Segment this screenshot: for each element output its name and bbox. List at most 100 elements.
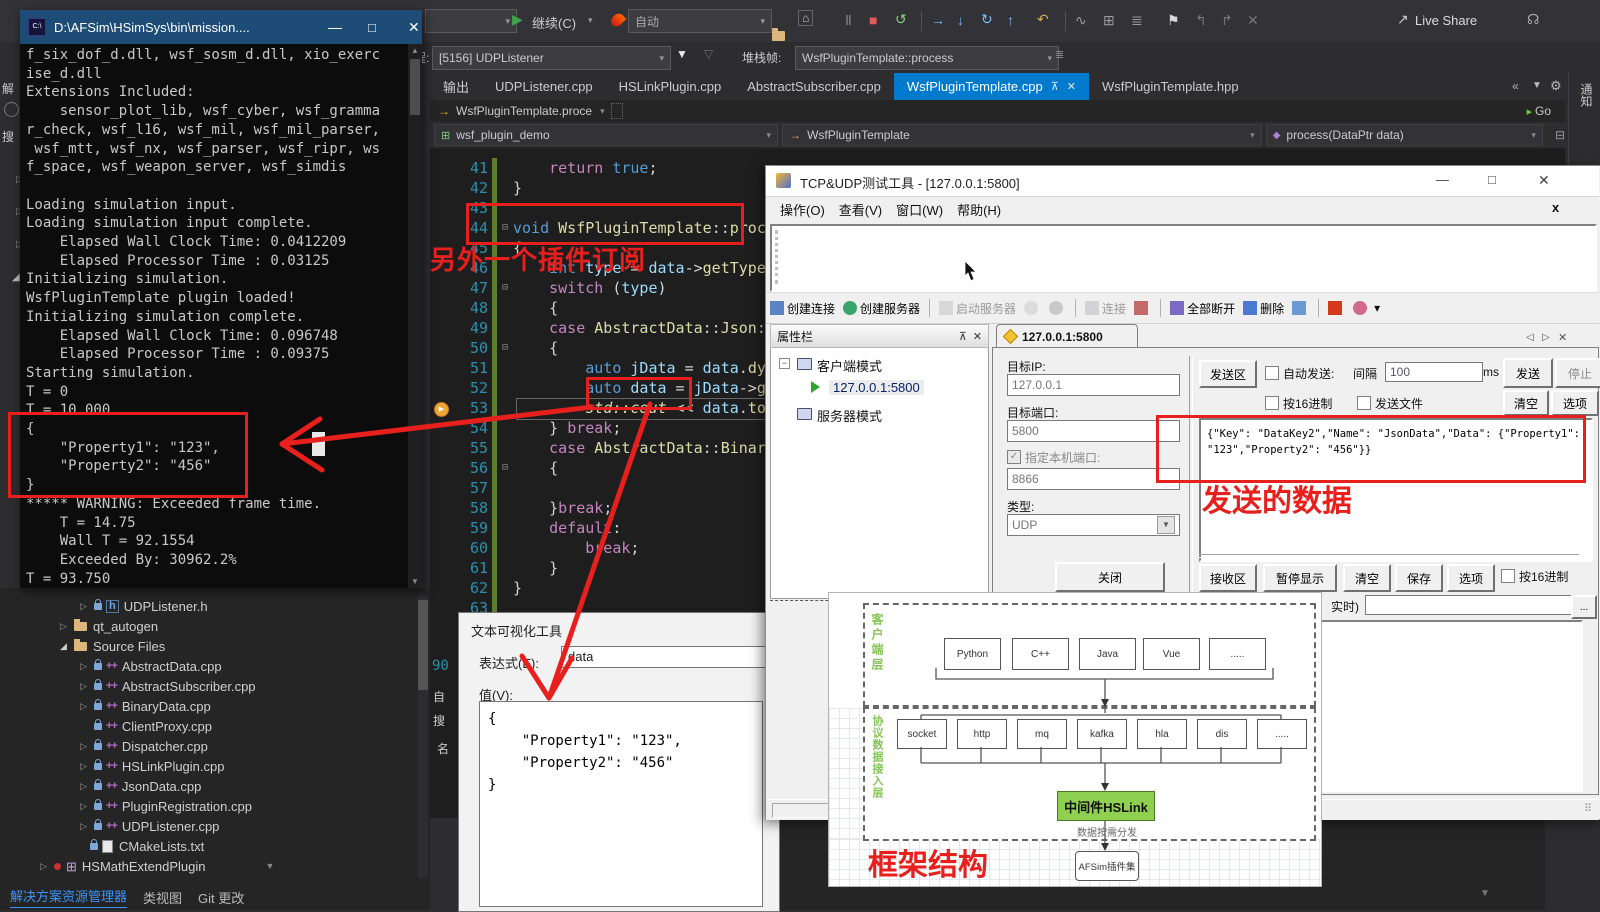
tree-expanded-icon[interactable]: ◢: [12, 272, 20, 283]
code-line[interactable]: 49 case AbstractData::Json:: [448, 318, 793, 338]
editor-tab[interactable]: WsfPluginTemplate.hpp: [1089, 73, 1252, 100]
code-line[interactable]: 47⊟ switch (type): [448, 278, 793, 298]
tcp-toolbar-disconnect[interactable]: [1134, 301, 1151, 315]
tcp-toolbar-delete[interactable]: 删除: [1243, 300, 1284, 317]
code-line[interactable]: 62}: [448, 578, 793, 598]
expander-icon[interactable]: ▷: [80, 821, 94, 832]
breadcrumb-project[interactable]: ⊞ wsf_plugin_demo▾: [434, 124, 778, 146]
prev-bookmark-icon[interactable]: ↰: [1195, 12, 1207, 29]
menu-h[interactable]: 帮助(H): [957, 200, 1001, 219]
tab-pin-icon[interactable]: ⊼: [1051, 80, 1059, 93]
tree-item-clientproxy-cpp[interactable]: ++ClientProxy.cpp: [0, 716, 418, 736]
filter-clear-icon[interactable]: ▽: [704, 47, 713, 61]
code-line[interactable]: 55 case AbstractData::Binar: [448, 438, 793, 458]
expander-icon[interactable]: ▷: [60, 621, 74, 632]
tcp-close-icon[interactable]: ✕: [1538, 172, 1550, 189]
back-icon[interactable]: [4, 102, 19, 117]
stop-icon[interactable]: ■: [869, 12, 877, 28]
tab-class-view[interactable]: 类视图: [143, 888, 182, 907]
recv-hex-checkbox[interactable]: [1501, 569, 1515, 583]
feedback-icon[interactable]: ☊: [1527, 11, 1539, 28]
clear-bookmarks-icon[interactable]: ✕: [1247, 12, 1259, 29]
tree-item-source-files[interactable]: ◢Source Files: [0, 636, 418, 656]
target-ip-input[interactable]: 127.0.0.1: [1007, 374, 1180, 396]
mdi-close-doc-icon[interactable]: ✕: [1558, 331, 1567, 344]
live-share-icon[interactable]: ↗: [1397, 11, 1409, 28]
console-scroll-down-icon[interactable]: ▼: [408, 577, 422, 586]
code-line[interactable]: 42}: [448, 178, 793, 198]
home-icon[interactable]: ⌂: [798, 10, 813, 26]
tree-item-abstractsubscriber-cpp[interactable]: ▷++AbstractSubscriber.cpp: [0, 676, 418, 696]
stack-frame-combo[interactable]: WsfPluginTemplate::process▾: [795, 46, 1059, 70]
console-scrollbar-thumb[interactable]: [410, 59, 420, 115]
connection-tab[interactable]: 127.0.0.1:5800: [996, 324, 1138, 348]
mdi-next-icon[interactable]: ▷: [1542, 332, 1550, 343]
expander-icon[interactable]: ▷: [80, 801, 94, 812]
toolbar-combo-empty[interactable]: ▾: [425, 9, 517, 33]
recv-zone-button[interactable]: 接收区: [1199, 564, 1257, 592]
send-file-checkbox[interactable]: [1357, 396, 1371, 410]
expression-input[interactable]: data: [561, 646, 773, 668]
go-button[interactable]: ▸ Go: [1526, 104, 1551, 118]
process-combo[interactable]: [5156] UDPListener▾: [432, 46, 671, 70]
solution-scrollbar[interactable]: [418, 596, 428, 878]
folder-search-icon[interactable]: [772, 31, 785, 41]
interval-input[interactable]: 100: [1385, 362, 1483, 382]
code-line[interactable]: 41 return true;: [448, 158, 793, 178]
resize-grip-icon[interactable]: ⠿: [1584, 802, 1593, 815]
frame-bar-dropdown-icon[interactable]: ▾: [600, 106, 605, 117]
tree-collapse-icon[interactable]: −: [779, 358, 790, 369]
console-scroll-up-icon[interactable]: ▲: [408, 46, 422, 55]
close-connection-button[interactable]: 关闭: [1055, 562, 1165, 592]
code-line[interactable]: 58 }break;: [448, 498, 793, 518]
auto-combo[interactable]: 自动▾: [628, 9, 772, 33]
console-maximize-icon[interactable]: □: [368, 20, 376, 35]
expanded-icon[interactable]: ◢: [60, 641, 74, 652]
tab-settings-gear-icon[interactable]: ⚙: [1550, 78, 1562, 94]
tree-item-pluginregistration-cpp[interactable]: ▷++PluginRegistration.cpp: [0, 796, 418, 816]
continue-icon[interactable]: ▶: [512, 11, 523, 28]
send-clear-button[interactable]: 清空: [1503, 390, 1549, 416]
tree-item-qt-autogen[interactable]: ▷qt_autogen: [0, 616, 418, 636]
tcp-mdi-close-icon[interactable]: x: [1552, 200, 1559, 215]
local-port-checkbox[interactable]: ✓: [1007, 450, 1021, 464]
console-scrollbar[interactable]: ▲ ▼: [408, 44, 422, 588]
notifications-side-tab[interactable]: 通知: [1578, 83, 1595, 107]
send-button[interactable]: 发送: [1503, 358, 1553, 388]
autos-panel-fragment[interactable]: 自: [433, 688, 445, 705]
code-line[interactable]: 57: [448, 478, 793, 498]
stop-button[interactable]: 停止: [1555, 358, 1600, 388]
editor-tab[interactable]: WsfPluginTemplate.cpp⊼✕: [894, 73, 1089, 100]
tree-item-hsmathextendplugin[interactable]: ▷⊞HSMathExtendPlugin▼: [0, 856, 418, 876]
tab-git-changes[interactable]: Git 更改: [198, 888, 244, 907]
tcp-minimize-icon[interactable]: —: [1436, 172, 1449, 187]
live-share-button[interactable]: Live Share: [1415, 13, 1477, 28]
split-editor-icon[interactable]: ⊟: [1555, 128, 1565, 142]
toolbar-overflow-icon[interactable]: ▾: [1374, 301, 1380, 315]
browse-button[interactable]: ...: [1571, 595, 1597, 619]
client-mode-node[interactable]: 客户端模式: [817, 356, 882, 375]
connection-node[interactable]: 127.0.0.1:5800: [829, 380, 924, 395]
tcp-toolbar-zero[interactable]: [1328, 301, 1345, 315]
editor-tab[interactable]: AbstractSubscriber.cpp: [734, 73, 894, 100]
tcp-toolbar-new-connection[interactable]: 创建连接: [770, 300, 835, 317]
save-button[interactable]: 保存: [1395, 564, 1443, 592]
console-close-icon[interactable]: ✕: [408, 19, 420, 36]
filter-icon[interactable]: ▼: [676, 47, 688, 61]
console-minimize-icon[interactable]: —: [328, 19, 342, 35]
continue-button[interactable]: 继续(C): [532, 13, 576, 32]
menu-o[interactable]: 操作(O): [780, 200, 825, 219]
tcp-maximize-icon[interactable]: □: [1488, 172, 1496, 187]
breadcrumb-class[interactable]: → WsfPluginTemplate▾: [782, 124, 1262, 146]
expander-icon[interactable]: ▷: [80, 741, 94, 752]
type-combo[interactable]: UDP ▼: [1007, 514, 1180, 536]
flame-icon[interactable]: [609, 11, 627, 29]
send-zone-button[interactable]: 发送区: [1199, 360, 1257, 388]
editor-tab[interactable]: UDPListener.cpp: [482, 73, 606, 100]
tcp-toolbar-disconnect-all[interactable]: 全部断开: [1170, 300, 1235, 317]
tree-item-dispatcher-cpp[interactable]: ▷++Dispatcher.cpp: [0, 736, 418, 756]
tab-solution-explorer[interactable]: 解决方案资源管理器: [10, 886, 127, 908]
code-line[interactable]: 59 default:: [448, 518, 793, 538]
comment-icon[interactable]: ⊞: [1103, 12, 1115, 29]
pause-icon[interactable]: Ⅱ: [845, 12, 852, 29]
